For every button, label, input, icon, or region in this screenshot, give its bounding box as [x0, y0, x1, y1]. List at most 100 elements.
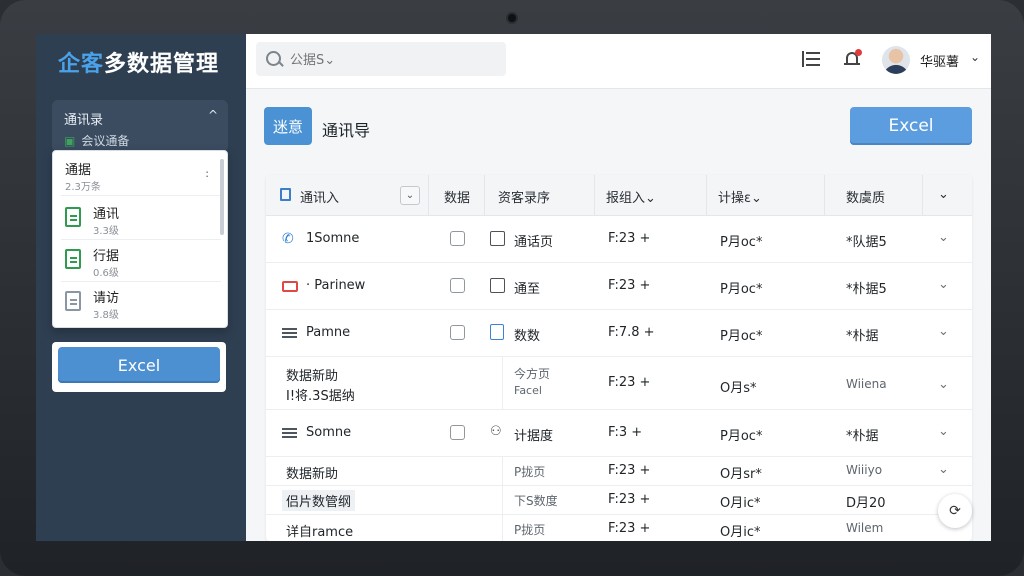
dropdown-item-meta: 3.8级 — [93, 310, 119, 321]
row-type: 通至 — [514, 282, 541, 297]
sidebar-panel-title: 通讯录 — [64, 113, 104, 128]
row-name: · Parinew — [306, 278, 366, 293]
row-col4: F:7.8 + — [608, 325, 655, 340]
table-row[interactable]: Somne ⚇ 计据度 F:3 + P月oc* *朴据 ⌄ — [266, 410, 972, 457]
list-icon — [282, 428, 297, 438]
row-type: 通话页 — [514, 235, 554, 250]
notification-dot — [855, 49, 862, 56]
search-box[interactable] — [256, 42, 506, 76]
spreadsheet-icon — [65, 207, 81, 227]
column-filter-toggle[interactable]: ⌄ — [400, 186, 420, 205]
table-row[interactable]: Pamne 数数 F:7.8 + P月oc* *朴据 ⌄ — [266, 310, 972, 357]
more-icon[interactable]: : — [205, 167, 209, 180]
row-checkbox[interactable] — [450, 278, 465, 293]
row-checkbox[interactable] — [450, 425, 465, 440]
dropdown-item[interactable]: 行据 0.6级 — [53, 239, 221, 281]
chevron-down-icon[interactable]: ⌄ — [938, 424, 949, 439]
row-col4: F:3 + — [608, 425, 643, 440]
table-row[interactable]: 数据新助 P拢页 F:23 + O月sr* Wiiiyo ⌄ — [266, 457, 972, 486]
column-header[interactable]: 数据 — [444, 187, 470, 206]
column-header[interactable]: 数虞质 — [846, 187, 885, 206]
chevron-down-icon[interactable]: ⌄ — [938, 187, 949, 202]
user-name[interactable]: 华驱薯 — [920, 51, 959, 70]
excel-export-button[interactable]: Excel — [850, 107, 972, 145]
chevron-up-icon[interactable]: ^ — [208, 108, 218, 122]
divider — [502, 357, 503, 409]
row-col4: F:23 + — [608, 375, 651, 390]
divider — [484, 175, 485, 215]
row-name: 数据新助 — [286, 369, 339, 384]
chevron-down-icon[interactable]: ⌄ — [938, 277, 949, 292]
row-col5: P月oc* — [720, 329, 763, 344]
calendar-icon — [280, 188, 291, 201]
sidebar-excel-button[interactable]: Excel — [58, 347, 220, 383]
row-select-box[interactable] — [490, 231, 505, 246]
row-col6: *队据5 — [846, 235, 887, 250]
tablet-frame: 企客多数据管理 通讯录 ^ ▣ 会议通备 通据 2.3万条 : 通讯 3.3级 — [0, 0, 1024, 576]
chevron-down-icon[interactable]: ⌄ — [938, 324, 949, 339]
row-col4: F:23 + — [608, 521, 651, 536]
row-col4: F:23 + — [608, 463, 651, 478]
column-header[interactable]: 资客录序 — [498, 187, 550, 206]
camera — [508, 14, 516, 22]
folder-icon: ▣ — [64, 134, 76, 148]
dropdown-header[interactable]: 通据 2.3万条 : — [53, 153, 221, 195]
column-header[interactable]: 通讯入 — [300, 187, 339, 206]
category-pill[interactable]: 迷意 — [264, 107, 312, 145]
divider — [502, 457, 503, 485]
column-header[interactable]: 计操ε⌄ — [718, 187, 762, 206]
row-select-box[interactable] — [490, 278, 505, 293]
row-name-secondary: I!将.3S据纳 — [286, 389, 355, 404]
dropdown-item[interactable]: 请访 3.8级 — [53, 281, 221, 323]
row-col5: P月oc* — [720, 429, 763, 444]
column-header[interactable]: 报组入⌄ — [606, 187, 656, 206]
row-col6: D月20 — [846, 496, 886, 511]
table-row[interactable]: 数据新助 I!将.3S据纳 今方页 Facel F:23 + O月s* Wiie… — [266, 357, 972, 410]
row-col6: *朴据5 — [846, 282, 887, 297]
dropdown-item[interactable]: 通讯 3.3级 — [53, 197, 221, 239]
chevron-down-icon[interactable]: ⌄ — [970, 50, 980, 64]
sidebar: 企客多数据管理 通讯录 ^ ▣ 会议通备 通据 2.3万条 : 通讯 3.3级 — [36, 34, 246, 541]
row-col5: O月s* — [720, 381, 757, 396]
row-type: 计据度 — [514, 429, 554, 444]
sidebar-panel-sub-label: 会议通备 — [81, 134, 130, 148]
row-checkbox[interactable] — [450, 325, 465, 340]
scrollbar[interactable] — [220, 159, 224, 235]
sidebar-panel-sub[interactable]: ▣ 会议通备 — [64, 132, 129, 149]
row-name: Somne — [306, 425, 352, 440]
dropdown-item-name: 请访 — [93, 291, 120, 306]
row-name: 详自ramce — [286, 525, 354, 540]
row-checkbox[interactable] — [450, 231, 465, 246]
row-type: P拢页 — [514, 523, 546, 537]
row-col6: Wilem — [846, 521, 884, 535]
document-icon — [65, 291, 81, 311]
table-row[interactable]: 侣片数管纲 下S数度 F:23 + O月ic* D月20 — [266, 486, 972, 515]
divider — [502, 515, 503, 541]
bell-icon[interactable] — [844, 49, 862, 68]
row-col5: O月ic* — [720, 525, 761, 540]
divider — [824, 175, 825, 215]
dropdown-item-name: 通讯 — [93, 207, 120, 222]
refresh-icon[interactable]: ⟳ — [938, 494, 972, 528]
brand-title: 多数据管理 — [104, 52, 220, 77]
sidebar-panel-contacts[interactable]: 通讯录 ^ ▣ 会议通备 — [52, 100, 228, 152]
chevron-down-icon[interactable]: ⌄ — [938, 230, 949, 245]
table-row[interactable]: 详自ramce P拢页 F:23 + O月ic* Wilem — [266, 515, 972, 541]
divider — [502, 486, 503, 514]
row-type: 数数 — [514, 329, 541, 344]
avatar[interactable] — [882, 46, 910, 74]
dropdown-item-meta: 3.3级 — [93, 226, 119, 237]
list-icon — [282, 328, 297, 338]
phone-icon: ✆ — [282, 231, 294, 247]
dropdown-header-name: 通据 — [65, 163, 92, 178]
brand-accent: 企客 — [58, 52, 105, 77]
chevron-down-icon[interactable]: ⌄ — [938, 462, 949, 477]
chevron-down-icon[interactable]: ⌄ — [938, 377, 949, 392]
table-row[interactable]: ✆ 1Somne 通话页 F:23 + P月oc* *队据5 ⌄ — [266, 216, 972, 263]
row-col4: F:23 + — [608, 231, 651, 246]
screen: 企客多数据管理 通讯录 ^ ▣ 会议通备 通据 2.3万条 : 通讯 3.3级 — [36, 34, 991, 541]
search-input[interactable] — [288, 49, 492, 71]
list-icon[interactable] — [802, 51, 820, 67]
row-name: 数据新助 — [286, 467, 339, 482]
table-row[interactable]: · Parinew 通至 F:23 + P月oc* *朴据5 ⌄ — [266, 263, 972, 310]
